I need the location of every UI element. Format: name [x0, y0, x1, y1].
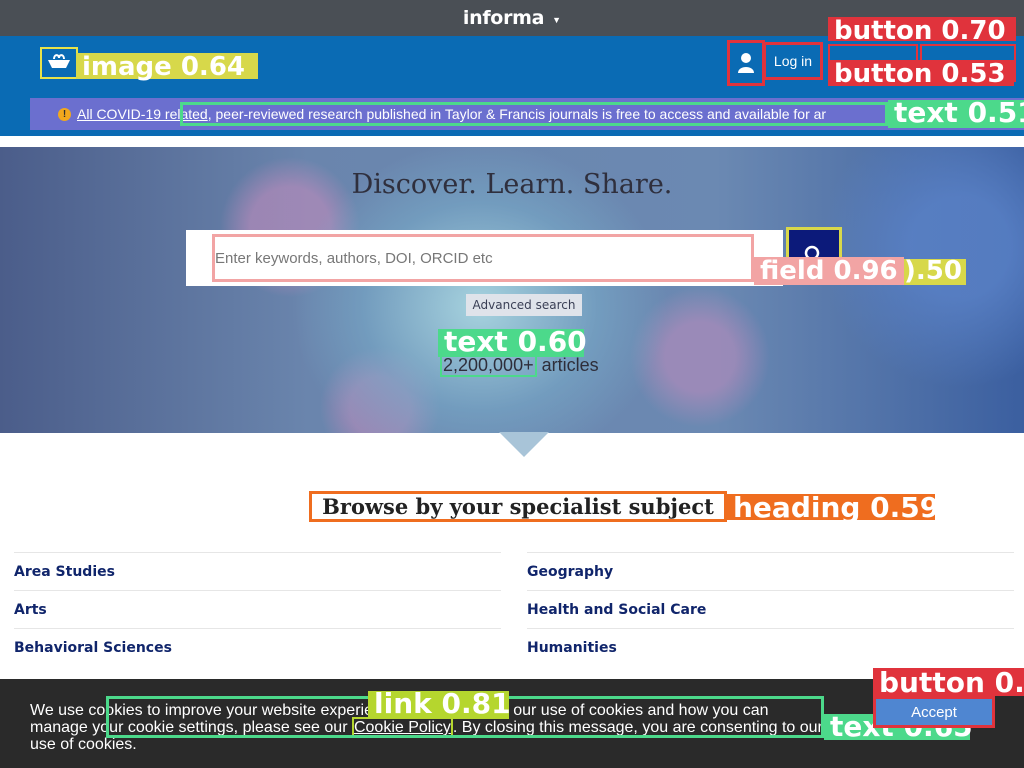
site-header: image 0.64 Log in button 0.70 button 0.5…	[0, 17, 1024, 136]
login-button[interactable]: Log in	[763, 42, 823, 80]
subject-link-geography[interactable]: Geography	[527, 552, 1014, 590]
annotation-label: heading 0.59	[733, 491, 940, 524]
search-box	[186, 230, 783, 286]
article-count-suffix: articles	[536, 355, 599, 375]
user-account-button[interactable]	[727, 40, 765, 86]
hero-title: Discover. Learn. Share.	[351, 169, 673, 200]
accept-cookies-button[interactable]: Accept	[873, 696, 995, 728]
advanced-search-button[interactable]: Advanced search	[466, 294, 582, 316]
annotation-box	[180, 102, 888, 126]
page: informa ▼ image 0.64 Log in button 0.70 …	[0, 0, 1024, 768]
user-icon	[738, 53, 754, 73]
annotation-label: field 0.96	[760, 256, 898, 286]
annotation-label: text 0.51	[894, 96, 1024, 129]
book-logo-icon[interactable]	[40, 47, 78, 79]
annotation-label: button 0.53	[834, 59, 1006, 89]
subject-link-area-studies[interactable]: Area Studies	[14, 552, 501, 590]
hero-notch	[499, 432, 549, 457]
annotation-label: button 0.70	[834, 16, 1006, 46]
subject-link-behavioral-sciences[interactable]: Behavioral Sciences	[14, 628, 501, 666]
browse-subjects-heading: Browse by your specialist subject	[309, 491, 727, 522]
annotation-label: text 0.60	[444, 325, 587, 358]
subject-link-health-social-care[interactable]: Health and Social Care	[527, 590, 1014, 628]
annotation-label: image 0.64	[82, 52, 245, 82]
annotation-label: ).50	[904, 256, 962, 286]
cookie-banner: We use cookies to improve your website e…	[0, 668, 1024, 768]
article-count-number: 2,200,000+	[440, 353, 537, 377]
alert-icon: !	[58, 108, 71, 121]
annotation-label: button 0.	[879, 666, 1024, 699]
search-input[interactable]	[212, 234, 754, 282]
subject-list-left: Area Studies Arts Behavioral Sciences	[14, 552, 501, 666]
subject-link-humanities[interactable]: Humanities	[527, 628, 1014, 666]
hero-banner: Discover. Learn. Share. field 0.96 ).50 …	[0, 147, 1024, 433]
chevron-down-icon[interactable]: ▼	[552, 15, 561, 25]
subject-link-arts[interactable]: Arts	[14, 590, 501, 628]
article-count: 2,200,000+ articles	[440, 353, 599, 377]
annotation-label: link 0.81	[374, 687, 511, 720]
subject-list-right: Geography Health and Social Care Humanit…	[527, 552, 1014, 666]
informa-logo[interactable]: informa	[463, 7, 545, 29]
